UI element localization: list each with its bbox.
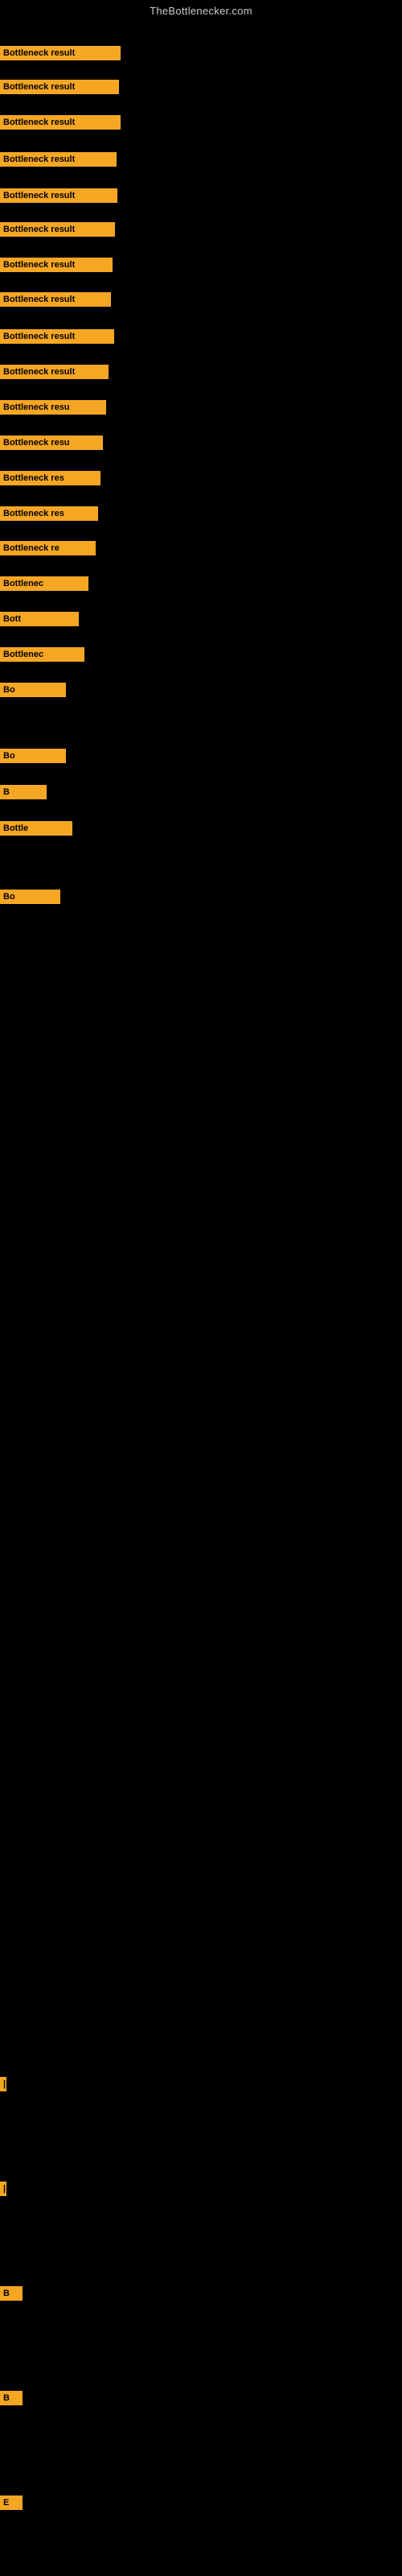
bottleneck-bar: Bottleneck re <box>0 541 96 555</box>
bottleneck-bar: Bottleneck res <box>0 506 98 521</box>
bottleneck-bar: Bottleneck result <box>0 80 119 94</box>
bottleneck-bar: Bottleneck result <box>0 188 117 203</box>
bottleneck-bar: Bottlenec <box>0 576 88 591</box>
bottleneck-bar: Bottleneck result <box>0 222 115 237</box>
bottleneck-bar: Bottlenec <box>0 647 84 662</box>
bottleneck-bar: B <box>0 785 47 799</box>
bottleneck-bar: | <box>0 2182 6 2196</box>
bottleneck-bar: Bottleneck resu <box>0 400 106 415</box>
bottleneck-bar: Bottleneck result <box>0 115 121 130</box>
bottleneck-bar: Bottleneck result <box>0 258 113 272</box>
bottleneck-bar: Bottleneck resu <box>0 436 103 450</box>
bottleneck-bar: Bottleneck result <box>0 292 111 307</box>
bottleneck-bar: Bo <box>0 683 66 697</box>
bottleneck-bar: B <box>0 2286 23 2301</box>
bottleneck-bar: Bottleneck result <box>0 46 121 60</box>
bottleneck-bar: Bottleneck result <box>0 152 117 167</box>
bottleneck-bar: Bottleneck result <box>0 329 114 344</box>
bottleneck-bar: E <box>0 2496 23 2510</box>
bottleneck-bar: Bo <box>0 890 60 904</box>
bottleneck-bar: Bo <box>0 749 66 763</box>
site-title: TheBottlenecker.com <box>0 0 402 20</box>
bottleneck-bar: Bott <box>0 612 79 626</box>
bottleneck-bar: Bottleneck result <box>0 365 109 379</box>
bottleneck-bar: | <box>0 2077 6 2091</box>
bottleneck-bar: Bottleneck res <box>0 471 100 485</box>
bottleneck-bar: B <box>0 2391 23 2405</box>
bottleneck-bar: Bottle <box>0 821 72 836</box>
